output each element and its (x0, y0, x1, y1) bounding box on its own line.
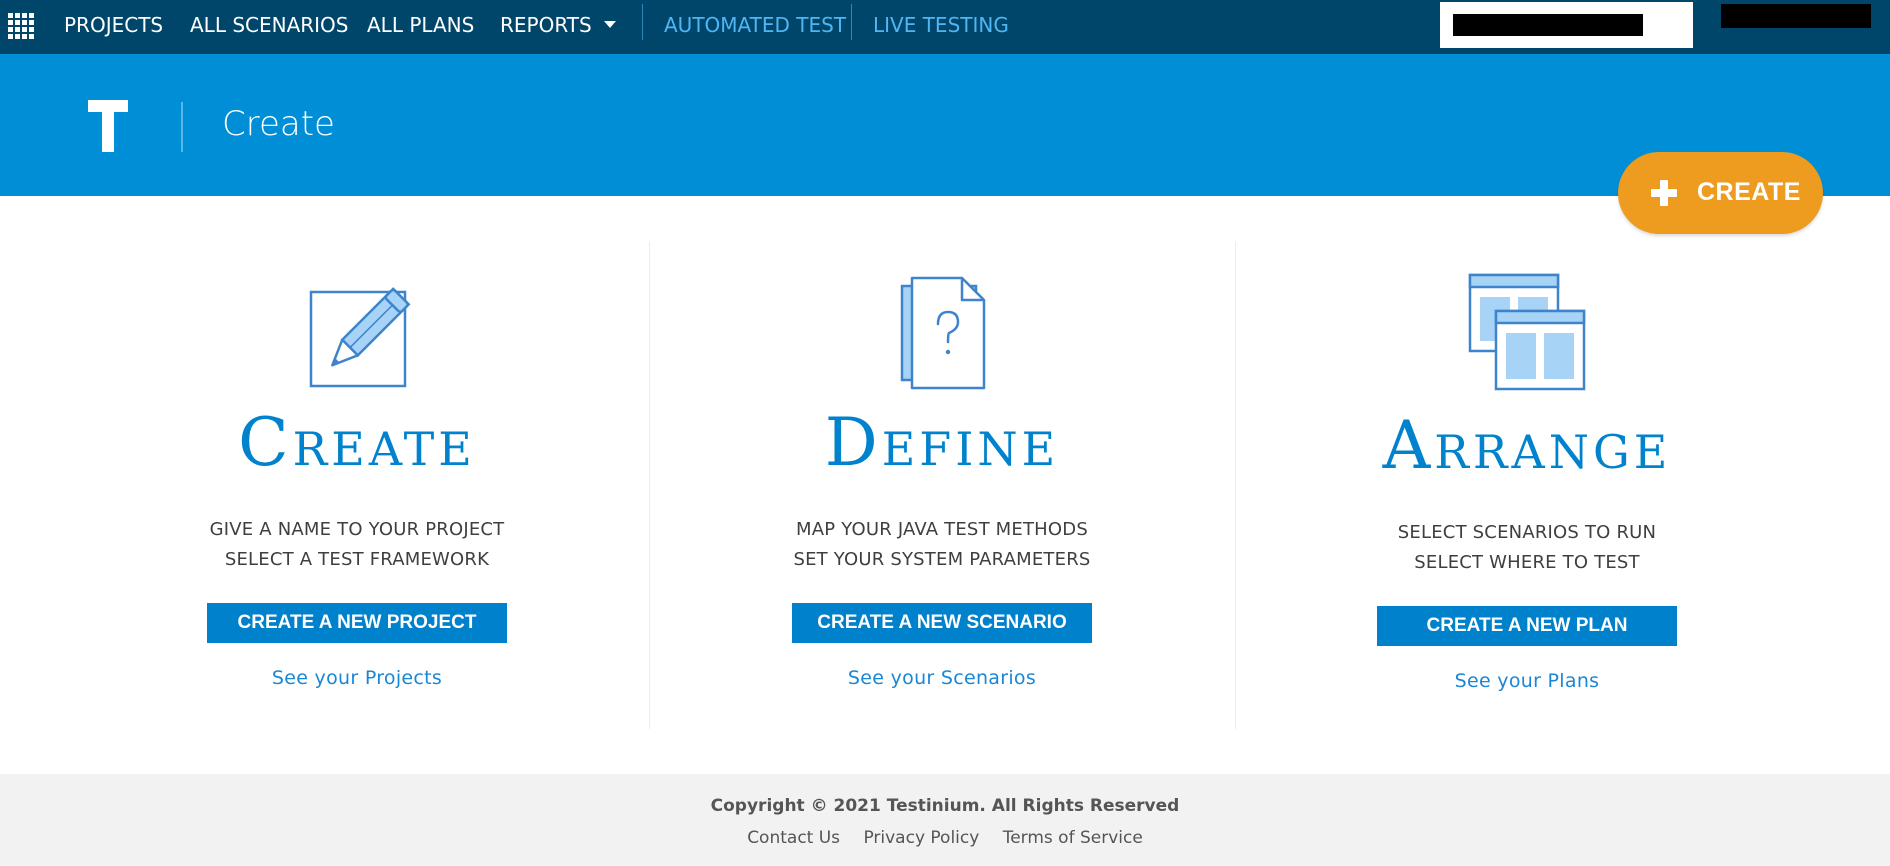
create-new-scenario-button[interactable]: CREATE A NEW SCENARIO (792, 603, 1092, 643)
document-question-icon (900, 276, 986, 390)
arrange-description-line2: SELECT WHERE TO TEST (1414, 552, 1640, 573)
contact-us-link[interactable]: Contact Us (747, 828, 840, 848)
workspace-selector[interactable] (1440, 2, 1693, 48)
define-description-line2: SET YOUR SYSTEM PARAMETERS (793, 549, 1091, 570)
layout-windows-icon (1468, 273, 1586, 391)
create-description: GIVE A NAME TO YOUR PROJECT SELECT A TES… (67, 515, 647, 575)
column-divider (649, 242, 650, 729)
nav-projects[interactable]: PROJECTS (64, 0, 163, 50)
privacy-policy-link[interactable]: Privacy Policy (863, 828, 979, 848)
define-heading: Define (824, 404, 1060, 481)
column-divider (1235, 242, 1236, 729)
create-new-plan-button[interactable]: CREATE A NEW PLAN (1377, 606, 1677, 646)
see-scenarios-link[interactable]: See your Scenarios (652, 667, 1232, 689)
arrange-description: SELECT SCENARIOS TO RUN SELECT WHERE TO … (1237, 518, 1817, 578)
arrange-description-line1: SELECT SCENARIOS TO RUN (1397, 522, 1657, 543)
chevron-down-icon (603, 21, 616, 28)
redacted-text (1453, 14, 1643, 36)
user-menu[interactable] (1721, 4, 1871, 28)
nav-live-testing[interactable]: LIVE TESTING (873, 0, 1009, 50)
nav-automated-test[interactable]: AUTOMATED TEST (664, 0, 846, 50)
page-title: Create (222, 104, 335, 144)
apps-grid-icon[interactable] (8, 13, 34, 39)
create-new-project-button[interactable]: CREATE A NEW PROJECT (207, 603, 507, 643)
header-divider (181, 102, 183, 152)
create-description-line2: SELECT A TEST FRAMEWORK (224, 549, 490, 570)
footer-links: Contact Us Privacy Policy Terms of Servi… (0, 828, 1890, 848)
create-heading: Create (238, 404, 476, 481)
plus-icon-bar (1651, 189, 1677, 197)
nav-divider (851, 4, 852, 40)
nav-reports-label: REPORTS (500, 13, 592, 37)
see-projects-link[interactable]: See your Projects (67, 667, 647, 689)
define-description: MAP YOUR JAVA TEST METHODS SET YOUR SYST… (652, 515, 1232, 575)
copyright-text: Copyright © 2021 Testinium. All Rights R… (710, 796, 1180, 816)
terms-of-service-link[interactable]: Terms of Service (1003, 828, 1143, 848)
nav-reports[interactable]: REPORTS (500, 0, 616, 50)
nav-divider (642, 4, 643, 40)
create-fab-label: CREATE (1697, 178, 1801, 206)
nav-all-scenarios[interactable]: ALL SCENARIOS (190, 0, 349, 50)
page-header: Create (0, 54, 1890, 196)
edit-pencil-icon (309, 287, 411, 388)
create-description-line1: GIVE A NAME TO YOUR PROJECT (209, 519, 505, 540)
arrange-heading: Arrange (1382, 407, 1672, 484)
footer: Copyright © 2021 Testinium. All Rights R… (0, 774, 1890, 866)
nav-all-plans[interactable]: ALL PLANS (367, 0, 474, 50)
see-plans-link[interactable]: See your Plans (1237, 670, 1817, 692)
define-description-line1: MAP YOUR JAVA TEST METHODS (796, 519, 1088, 540)
testinium-logo[interactable] (88, 100, 128, 152)
top-navigation-bar: PROJECTS ALL SCENARIOS ALL PLANS REPORTS… (0, 0, 1890, 54)
create-fab-button[interactable]: CREATE (1618, 152, 1823, 234)
